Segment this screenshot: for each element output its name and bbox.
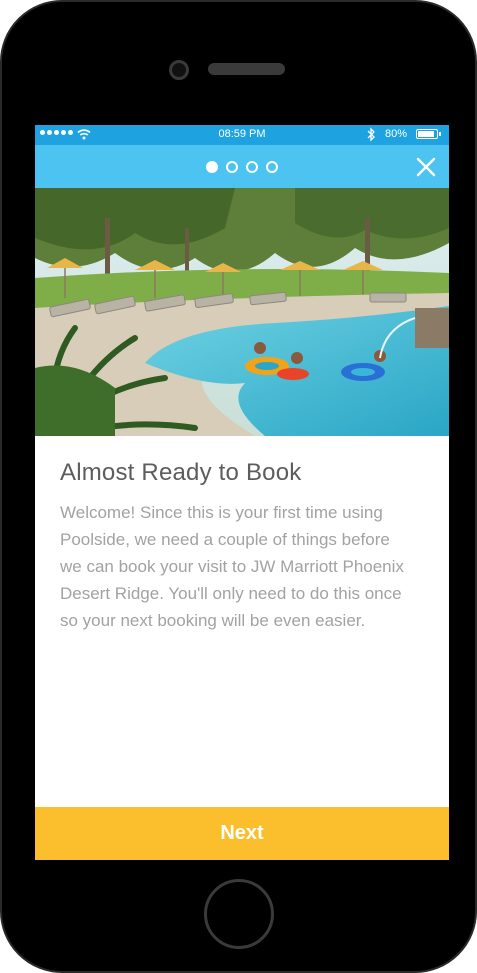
battery-icon xyxy=(416,129,441,139)
page-dot-1 xyxy=(206,161,218,173)
speaker xyxy=(208,63,285,75)
hero-pool-image xyxy=(35,188,449,436)
bluetooth-icon xyxy=(367,127,375,142)
onboarding-header xyxy=(35,145,449,188)
page-dot-4 xyxy=(266,161,278,173)
next-button[interactable]: Next xyxy=(35,807,449,860)
content-area: Almost Ready to Book Welcome! Since this… xyxy=(60,459,410,634)
page-dot-3 xyxy=(246,161,258,173)
page-indicator xyxy=(206,161,278,173)
welcome-message: Welcome! Since this is your first time u… xyxy=(60,503,404,630)
page-title: Almost Ready to Book xyxy=(60,459,302,486)
battery-percentage: 80% xyxy=(385,128,408,140)
home-button[interactable] xyxy=(204,879,274,949)
phone-frame: 08:59 PM 80% Almost Ready to Book Welcom… xyxy=(0,0,477,973)
camera xyxy=(169,60,189,80)
close-icon[interactable] xyxy=(415,156,437,178)
screen: 08:59 PM 80% Almost Ready to Book Welcom… xyxy=(35,125,449,860)
page-dot-2 xyxy=(226,161,238,173)
status-bar: 08:59 PM 80% xyxy=(35,125,449,145)
